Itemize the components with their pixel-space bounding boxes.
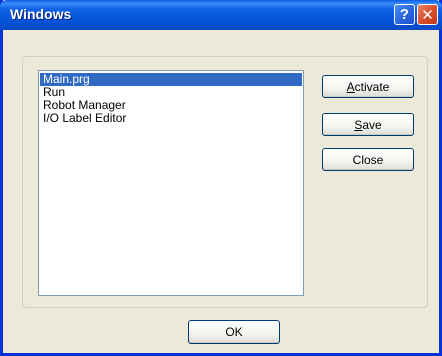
title-bar[interactable]: Windows ? ✕ <box>0 0 442 30</box>
activate-button[interactable]: Activate <box>322 75 414 98</box>
close-button[interactable]: Close <box>322 148 414 171</box>
activate-mnemonic: A <box>346 79 355 94</box>
save-mnemonic: S <box>354 117 363 132</box>
help-button[interactable]: ? <box>394 4 415 25</box>
list-item-main-prg[interactable]: Main.prg <box>40 73 302 86</box>
close-window-button[interactable]: ✕ <box>417 4 438 25</box>
activate-label: ctivate <box>354 79 390 94</box>
windows-listbox[interactable]: Main.prg Run Robot Manager I/O Label Edi… <box>38 70 304 296</box>
list-item-io-label-editor[interactable]: I/O Label Editor <box>40 112 302 125</box>
help-icon: ? <box>399 6 410 23</box>
ok-label: OK <box>225 325 243 339</box>
close-label: Close <box>352 152 384 167</box>
ok-button[interactable]: OK <box>188 320 280 344</box>
save-label: ave <box>362 117 382 132</box>
dialog-title: Windows <box>10 6 72 22</box>
close-icon: ✕ <box>421 6 434 24</box>
save-button[interactable]: Save <box>322 113 414 136</box>
